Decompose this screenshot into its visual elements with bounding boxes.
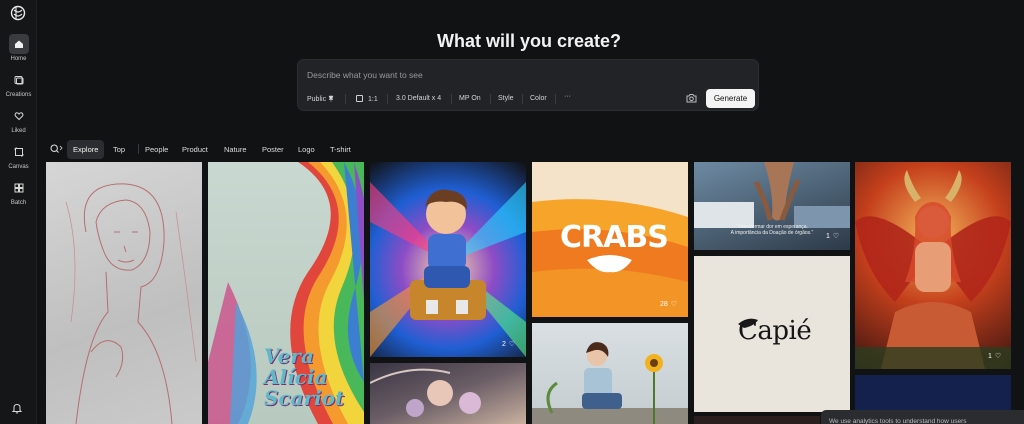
prompt-input[interactable] (307, 68, 747, 82)
tab-nature[interactable]: Nature (224, 145, 247, 154)
visibility-toggle[interactable]: Public (307, 95, 334, 103)
batch-icon (9, 178, 29, 198)
sidebar-item-label: Batch (10, 200, 27, 206)
heart-icon: ♡ (994, 353, 1002, 360)
gallery-image-girl-sunflower[interactable] (532, 323, 688, 424)
creations-icon (9, 70, 29, 90)
gallery-image-vera-rainbow[interactable]: Vera Alícia Scariot (208, 162, 364, 424)
sidebar-item-batch[interactable]: Batch (0, 178, 37, 206)
generate-button[interactable]: Generate (706, 89, 755, 108)
tab-product[interactable]: Product (182, 145, 208, 154)
like-count[interactable]: 2 ♡ (502, 340, 516, 349)
gallery-image-fire-demon[interactable]: 1 ♡ (855, 162, 1011, 369)
prompt-card: Public 1:1 3.0 Default x 4 MP On Style C… (297, 59, 759, 111)
mp-toggle[interactable]: MP On (459, 95, 481, 102)
crabs-logo-text: CRABS (560, 220, 669, 255)
like-count[interactable]: 28 ♡ (660, 300, 678, 309)
capie-logo-text: Capié (738, 316, 812, 346)
sidebar-item-label: Liked (11, 128, 26, 134)
color-option[interactable]: Color (530, 95, 547, 102)
gallery-image-boy-neon[interactable]: 2 ♡ (370, 162, 526, 357)
gallery-image-partial[interactable] (694, 416, 820, 424)
tab-top[interactable]: Top (113, 145, 125, 154)
sidebar-item-creations[interactable]: Creations (0, 70, 37, 98)
gallery-image-crystals[interactable] (370, 363, 526, 424)
visibility-label: Public (307, 96, 327, 103)
cookie-notice: We use analytics tools to understand how… (821, 410, 1024, 424)
bell-icon[interactable] (11, 402, 23, 414)
tab-tshirt[interactable]: T-shirt (330, 145, 351, 154)
sidebar: Home Creations Liked Canvas Batch (0, 0, 37, 424)
pin-icon (328, 95, 334, 102)
ratio-checkbox-icon (356, 95, 363, 102)
ratio-label: 1:1 (368, 96, 378, 103)
gallery-image-hands-organ-donation[interactable]: "Transformar dor em esperança. A importâ… (694, 162, 850, 250)
camera-icon[interactable] (686, 93, 697, 103)
heart-icon: ♡ (670, 301, 678, 308)
logo-icon[interactable] (10, 5, 26, 21)
sidebar-item-label: Creations (5, 92, 32, 98)
heart-icon: ♡ (508, 341, 516, 348)
search-icon[interactable] (50, 144, 63, 154)
more-options-button[interactable]: ··· (564, 93, 571, 100)
ratio-option[interactable]: 1:1 (356, 95, 378, 103)
model-option[interactable]: 3.0 Default x 4 (396, 95, 441, 102)
gallery-image-crabs-logo[interactable]: CRABS 28 ♡ (532, 162, 688, 317)
style-option[interactable]: Style (498, 95, 514, 102)
gallery-image-lineart-woman[interactable] (46, 162, 202, 424)
sidebar-item-canvas[interactable]: Canvas (0, 142, 37, 170)
tab-logo[interactable]: Logo (298, 145, 315, 154)
canvas-icon (9, 142, 29, 162)
tab-people[interactable]: People (145, 145, 168, 154)
tab-explore[interactable]: Explore (67, 140, 105, 159)
heart-icon: ♡ (832, 233, 840, 240)
sidebar-item-liked[interactable]: Liked (0, 106, 37, 134)
tab-poster[interactable]: Poster (262, 145, 284, 154)
heart-icon (9, 106, 29, 126)
gallery-image-capie-logo[interactable]: Capié (694, 256, 850, 412)
sidebar-item-label: Canvas (8, 164, 29, 170)
sidebar-item-label: Home (10, 56, 27, 62)
like-count[interactable]: 1 ♡ (988, 352, 1002, 361)
like-count[interactable]: 1 ♡ (826, 232, 840, 241)
page-title: What will you create? (436, 31, 622, 51)
vera-title-text: Vera Alícia Scariot (264, 344, 345, 410)
